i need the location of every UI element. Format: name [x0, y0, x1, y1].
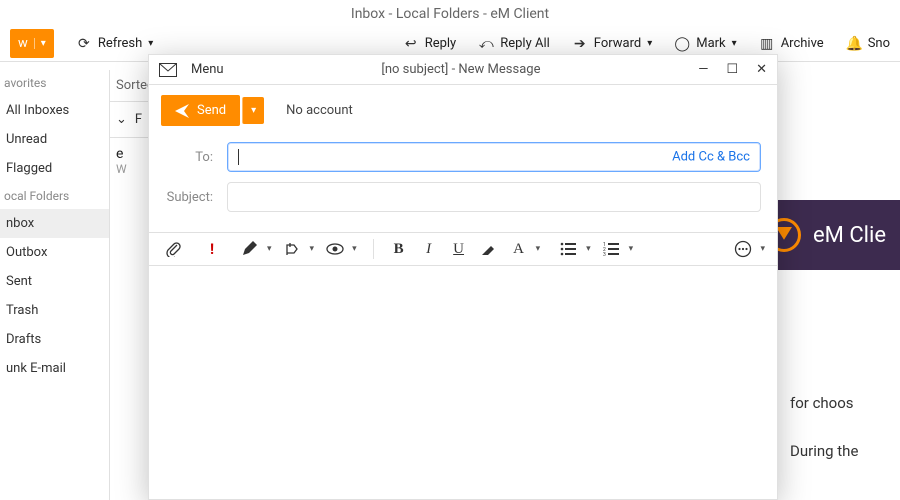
- to-input[interactable]: Add Cc & Bcc: [227, 142, 761, 172]
- mark-icon: ◯: [674, 36, 690, 52]
- chevron-down-icon: ⌄: [116, 112, 127, 127]
- window-title: Inbox - Local Folders - eM Client: [0, 0, 900, 26]
- chevron-down-icon[interactable]: ▾: [34, 38, 46, 49]
- forward-button[interactable]: ➔ Forward ▾: [572, 36, 652, 52]
- refresh-button[interactable]: ⟳ Refresh ▾: [76, 36, 154, 52]
- sidebar-section-favorites: avorites: [0, 70, 109, 96]
- account-selector[interactable]: No account: [286, 103, 353, 118]
- compose-titlebar[interactable]: Menu [no subject] - New Message — ☐ ✕: [149, 55, 777, 85]
- add-cc-bcc-link[interactable]: Add Cc & Bcc: [672, 150, 750, 165]
- chevron-down-icon[interactable]: ▾: [352, 244, 357, 254]
- sidebar-item-inbox[interactable]: nbox: [0, 209, 109, 238]
- menu-button[interactable]: Menu: [191, 62, 224, 77]
- compose-body[interactable]: [149, 266, 777, 499]
- chevron-down-icon[interactable]: ▾: [760, 244, 765, 254]
- chevron-down-icon[interactable]: ▾: [629, 244, 634, 254]
- sidebar-item-trash[interactable]: Trash: [0, 296, 109, 325]
- send-split-button[interactable]: ▾: [242, 97, 264, 124]
- chevron-down-icon[interactable]: ▾: [647, 38, 652, 49]
- compose-fields: To: Add Cc & Bcc Subject:: [149, 136, 777, 232]
- chevron-down-icon[interactable]: ▾: [148, 38, 153, 49]
- sidebar-item-outbox[interactable]: Outbox: [0, 238, 109, 267]
- chevron-down-icon[interactable]: ▾: [586, 244, 591, 254]
- format-toolbar: ! ▾ ▾ ▾ B I U A ▾ ▾: [149, 232, 777, 266]
- chevron-down-icon[interactable]: ▾: [732, 38, 737, 49]
- compose-title: [no subject] - New Message: [224, 62, 699, 77]
- sidebar-item-sent[interactable]: Sent: [0, 267, 109, 296]
- archive-button[interactable]: ▥ Archive: [759, 36, 824, 52]
- italic-button[interactable]: I: [420, 241, 438, 258]
- send-button[interactable]: Send: [161, 95, 240, 126]
- reply-all-button[interactable]: ⤺ Reply All: [478, 36, 550, 52]
- send-icon: [175, 104, 189, 118]
- refresh-icon: ⟳: [76, 36, 92, 52]
- bullet-list-icon[interactable]: [560, 242, 578, 256]
- sidebar-section-local: ocal Folders: [0, 183, 109, 209]
- sidebar-item-drafts[interactable]: Drafts: [0, 325, 109, 354]
- subject-input[interactable]: [227, 182, 761, 212]
- minimize-icon[interactable]: —: [698, 62, 708, 77]
- to-label: To:: [165, 150, 213, 165]
- sidebar-item-unread[interactable]: Unread: [0, 125, 109, 154]
- reply-button[interactable]: ↩ Reply: [403, 36, 457, 52]
- number-list-icon[interactable]: 123: [603, 242, 621, 256]
- chevron-down-icon[interactable]: ▾: [267, 244, 272, 254]
- sidebar-item-all-inboxes[interactable]: All Inboxes: [0, 96, 109, 125]
- preview-content: for choos During the: [780, 384, 900, 500]
- highlight-icon[interactable]: [480, 241, 498, 257]
- quicktext-icon[interactable]: [284, 241, 302, 257]
- priority-icon[interactable]: !: [203, 240, 221, 258]
- archive-icon: ▥: [759, 36, 775, 52]
- font-color-button[interactable]: A: [510, 241, 528, 258]
- attachment-icon[interactable]: [165, 241, 183, 257]
- forward-icon: ➔: [572, 36, 588, 52]
- subject-label: Subject:: [165, 190, 213, 205]
- bell-icon: 🔔: [846, 36, 862, 52]
- reply-icon: ↩: [403, 36, 419, 52]
- bold-button[interactable]: B: [390, 241, 408, 258]
- more-options-icon[interactable]: [734, 240, 752, 258]
- snooze-button[interactable]: 🔔 Sno: [846, 36, 890, 52]
- maximize-icon[interactable]: ☐: [726, 62, 738, 77]
- underline-button[interactable]: U: [450, 241, 468, 258]
- mail-icon: [159, 63, 177, 77]
- sidebar-item-junk[interactable]: unk E-mail: [0, 354, 109, 383]
- sidebar: avorites All Inboxes Unread Flagged ocal…: [0, 70, 110, 500]
- svg-text:3: 3: [603, 252, 606, 256]
- chevron-down-icon[interactable]: ▾: [536, 244, 541, 254]
- sidebar-item-flagged[interactable]: Flagged: [0, 154, 109, 183]
- mark-button[interactable]: ◯ Mark ▾: [674, 36, 736, 52]
- close-icon[interactable]: ✕: [756, 62, 767, 77]
- reply-all-icon: ⤺: [478, 36, 494, 52]
- read-receipt-icon[interactable]: [326, 243, 344, 255]
- compose-actionbar: Send ▾ No account: [149, 85, 777, 136]
- chevron-down-icon[interactable]: ▾: [310, 244, 315, 254]
- new-button[interactable]: w ▾: [10, 29, 54, 58]
- compose-window: Menu [no subject] - New Message — ☐ ✕ Se…: [148, 54, 778, 500]
- signature-icon[interactable]: [241, 241, 259, 257]
